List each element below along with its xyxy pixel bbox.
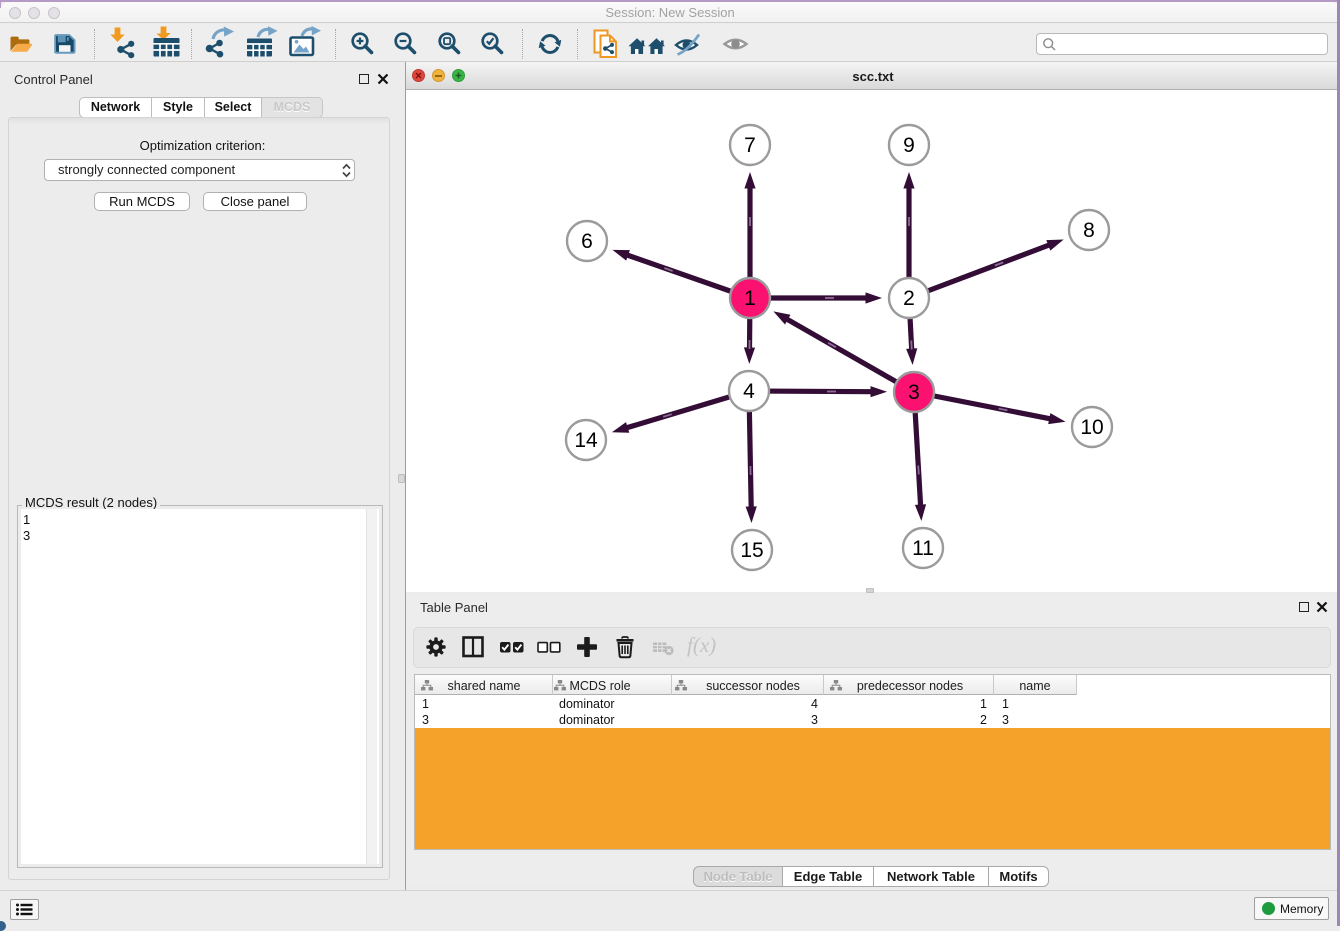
svg-text:9: 9: [903, 134, 915, 157]
svg-text:6: 6: [581, 230, 593, 253]
svg-text:3: 3: [908, 381, 920, 404]
svg-text:11: 11: [912, 537, 934, 560]
svg-text:7: 7: [744, 134, 756, 157]
svg-text:4: 4: [743, 380, 755, 403]
svg-text:8: 8: [1083, 219, 1095, 242]
svg-text:1: 1: [744, 287, 756, 310]
svg-text:15: 15: [740, 539, 763, 562]
svg-text:14: 14: [574, 429, 598, 452]
svg-text:10: 10: [1080, 416, 1103, 439]
svg-text:2: 2: [903, 287, 915, 310]
